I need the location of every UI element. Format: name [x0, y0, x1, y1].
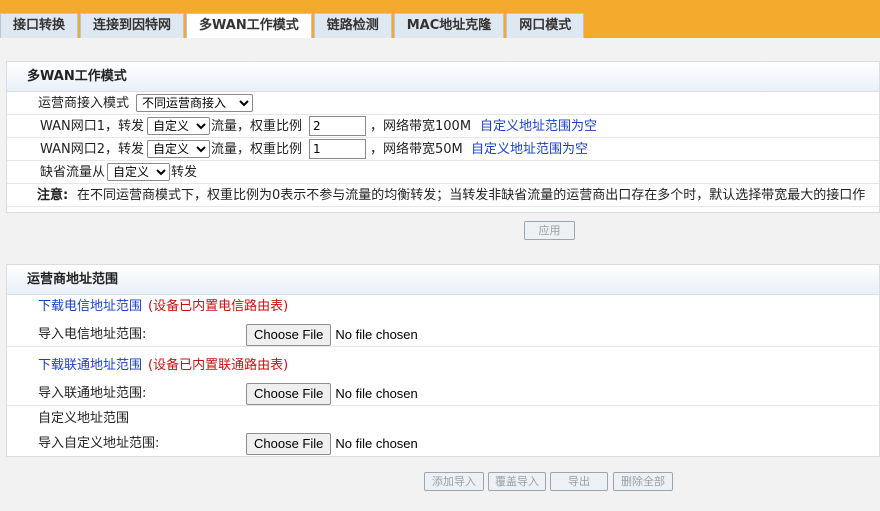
delete-all-button[interactable]: 删除全部	[613, 472, 673, 491]
wan1-prefix: WAN网口1，转发	[40, 119, 145, 134]
wan1-bandwidth: ，网络带宽100M	[370, 119, 472, 134]
multi-wan-panel: 多WAN工作模式 运营商接入模式 不同运营商接入 WAN网口1，转发 自定义 流…	[6, 61, 880, 240]
unicom-import-label: 导入联通地址范围:	[38, 386, 147, 401]
download-telecom-link[interactable]: 下载电信地址范围	[38, 295, 142, 318]
wan2-prefix: WAN网口2，转发	[40, 142, 145, 157]
custom-import-label: 导入自定义地址范围:	[38, 436, 160, 451]
mode-select[interactable]: 不同运营商接入	[136, 94, 253, 112]
unicom-note: (设备已内置联通路由表)	[148, 358, 289, 373]
custom-title-row: 自定义地址范围	[7, 407, 879, 430]
note-row: 注意: 在不同运营商模式下，权重比例为0表示不参与流量的均衡转发；当转发非缺省流…	[7, 184, 879, 207]
telecom-file-input[interactable]: Choose File No file chosen	[246, 322, 418, 347]
telecom-import-label: 导入电信地址范围:	[38, 327, 147, 342]
add-import-button[interactable]: 添加导入	[424, 472, 484, 491]
wan2-custom-range-link[interactable]: 自定义地址范围为空	[471, 138, 588, 161]
wan2-mid-label: 流量，权重比例	[211, 142, 303, 157]
note-text: 在不同运营商模式下，权重比例为0表示不参与流量的均衡转发；当转发非缺省流量的运营…	[77, 188, 866, 203]
telecom-note: (设备已内置电信路由表)	[148, 299, 289, 314]
wan1-mid-label: 流量，权重比例	[211, 119, 303, 134]
tab-mac-clone[interactable]: MAC地址克隆	[393, 13, 505, 38]
wan2-forward-select[interactable]: 自定义	[147, 140, 210, 158]
telecom-import-row: 导入电信地址范围: Choose File No file chosen	[7, 322, 879, 347]
overwrite-import-button[interactable]: 覆盖导入	[488, 472, 546, 491]
tab-interface-switch[interactable]: 接口转换	[0, 13, 79, 38]
tab-internet[interactable]: 连接到因特网	[80, 13, 185, 38]
default-prefix: 缺省流量从	[40, 165, 106, 180]
unicom-link-row: 下载联通地址范围 (设备已内置联通路由表)	[7, 354, 879, 377]
no-file-text: No file chosen	[335, 436, 418, 451]
choose-file-button[interactable]: Choose File	[246, 382, 332, 405]
tab-link-check[interactable]: 链路检测	[313, 13, 392, 38]
apply-row: 应用	[7, 207, 879, 240]
custom-import-row: 导入自定义地址范围: Choose File No file chosen	[7, 431, 879, 456]
section-title: 多WAN工作模式	[7, 62, 879, 92]
tab-multi-wan[interactable]: 多WAN工作模式	[186, 13, 312, 38]
tab-bar: 接口转换 连接到因特网 多WAN工作模式 链路检测 MAC地址克隆 网口模式	[0, 13, 586, 38]
apply-button[interactable]: 应用	[524, 221, 575, 240]
custom-file-input[interactable]: Choose File No file chosen	[246, 431, 418, 456]
section-title: 运营商地址范围	[7, 265, 879, 295]
wan2-weight-input[interactable]	[309, 139, 366, 159]
wan2-row: WAN网口2，转发 自定义 流量，权重比例 ，网络带宽50M 自定义地址范围为空	[7, 138, 879, 161]
wan1-forward-select[interactable]: 自定义	[147, 117, 210, 135]
note-label: 注意:	[37, 188, 69, 203]
unicom-import-row: 导入联通地址范围: Choose File No file chosen	[7, 381, 879, 406]
content-area: 多WAN工作模式 运营商接入模式 不同运营商接入 WAN网口1，转发 自定义 流…	[0, 38, 880, 511]
mode-row: 运营商接入模式 不同运营商接入	[7, 92, 879, 115]
choose-file-button[interactable]: Choose File	[246, 432, 332, 455]
download-unicom-link[interactable]: 下载联通地址范围	[38, 354, 142, 377]
wan1-custom-range-link[interactable]: 自定义地址范围为空	[480, 115, 597, 138]
custom-range-title: 自定义地址范围	[38, 411, 130, 426]
mode-label: 运营商接入模式	[38, 96, 130, 111]
unicom-file-input[interactable]: Choose File No file chosen	[246, 381, 418, 406]
tab-port-mode[interactable]: 网口模式	[506, 13, 585, 38]
no-file-text: No file chosen	[335, 386, 418, 401]
default-suffix: 转发	[171, 165, 198, 180]
default-row: 缺省流量从 自定义 转发	[7, 161, 879, 184]
telecom-link-row: 下载电信地址范围 (设备已内置电信路由表)	[7, 295, 879, 318]
no-file-text: No file chosen	[335, 327, 418, 342]
wan1-row: WAN网口1，转发 自定义 流量，权重比例 ，网络带宽100M 自定义地址范围为…	[7, 115, 879, 138]
choose-file-button[interactable]: Choose File	[246, 323, 332, 346]
wan2-bandwidth: ，网络带宽50M	[370, 142, 463, 157]
default-forward-select[interactable]: 自定义	[107, 163, 170, 181]
export-button[interactable]: 导出	[550, 472, 608, 491]
wan1-weight-input[interactable]	[309, 116, 366, 136]
isp-range-panel: 运营商地址范围 下载电信地址范围 (设备已内置电信路由表) 导入电信地址范围: …	[6, 264, 880, 457]
